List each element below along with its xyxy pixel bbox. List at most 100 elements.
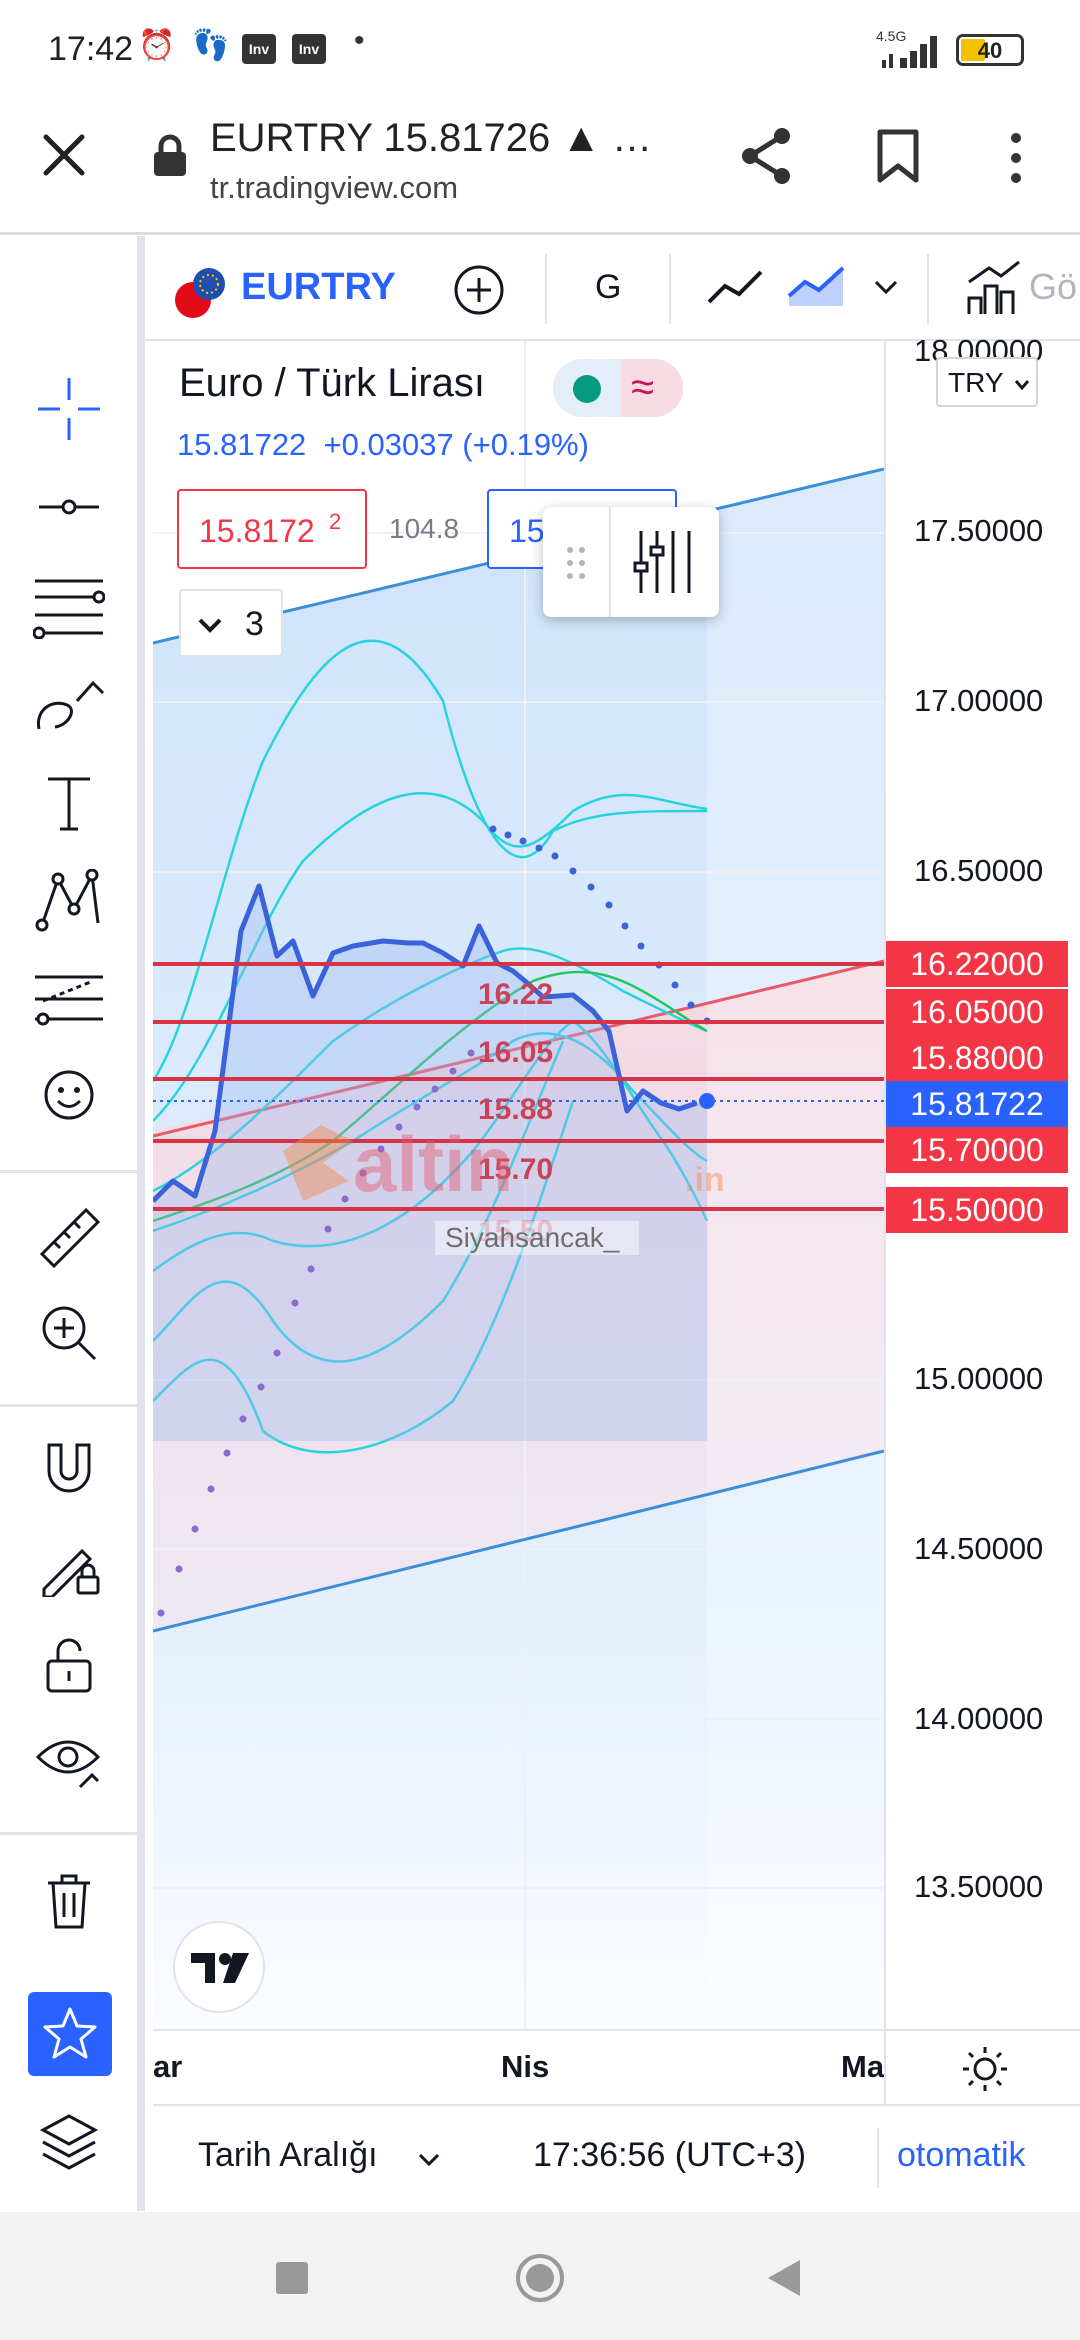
spread-value: 104.8 [389,513,460,544]
time-axis[interactable]: ar Nis Ma [153,2029,1080,2106]
lock-icon [154,134,186,176]
drag-handle-icon[interactable] [565,545,589,581]
level-badge-1570: 15.70000 [886,1127,1068,1173]
recents-icon[interactable] [276,2262,308,2294]
chevron-down-icon[interactable] [417,2152,441,2168]
line-chart-icon[interactable] [705,264,765,310]
trash-icon[interactable] [0,1856,137,1946]
sell-button[interactable]: 15.8172 2 [177,489,367,569]
price-tick: 13.50000 [914,1869,1044,1904]
share-icon[interactable] [738,126,794,186]
steps-icon: 👣 [192,29,230,62]
alarm-icon: ⏰ [138,29,176,62]
price-tick: 17.50000 [914,513,1044,548]
status-time: 17:42 [48,30,134,68]
ruler-tool[interactable] [0,1192,137,1282]
floating-toolbar[interactable] [543,507,719,617]
status-bar: 17:42 ⏰ 👣 Inv Inv • 4.5G 40 [0,0,1080,100]
tv-logo-icon [191,1953,249,1983]
toolbar-cut-label[interactable]: Gö [1029,266,1077,308]
price-tick: 14.00000 [914,1701,1044,1736]
date-range-button[interactable]: Tarih Aralığı [198,2136,378,2175]
investing-app-icon-2: Inv [292,34,326,64]
bookmark-icon[interactable] [876,128,920,184]
indicators-count: 3 [245,605,264,643]
sell-price: 15.8172 [199,513,315,549]
lock-drawings-icon[interactable] [0,1522,137,1612]
text-tool[interactable] [0,758,137,848]
currency-label: TRY [948,367,1004,398]
favorites-star-button[interactable] [28,1992,112,2076]
unlock-icon[interactable] [0,1620,137,1710]
tradingview-logo[interactable] [173,1921,265,2013]
indicators-collapse-button[interactable]: 3 [179,589,283,657]
price-tick: 14.50000 [914,1531,1044,1566]
last-price-badge: 15.81722 [886,1081,1068,1127]
magnet-icon[interactable] [0,1424,137,1514]
watermark-author: Siyahsancak_ [445,1222,620,1253]
level-badge-1588: 15.88000 [886,1035,1068,1081]
symbol-flag-icon [175,268,225,318]
chevron-down-icon [198,618,222,633]
investing-app-icon: Inv [242,34,276,64]
watermark-suffix: .in [685,1161,725,1199]
close-icon[interactable] [42,133,86,177]
chart-toolbar: 9 EURTRY G Gö [45,236,1080,341]
browser-toolbar: EURTRY 15.81726 ▲ … tr.tradingview.com [0,100,1080,235]
battery-icon: 40 [956,34,1024,66]
fib-tool[interactable] [0,562,137,652]
compare-add-icon[interactable] [453,264,505,316]
time-label: ar [153,2049,183,2084]
price-change-line: 15.81722 +0.03037 (+0.19%) [177,427,589,462]
auto-scale-button[interactable]: otomatik [897,2136,1026,2175]
indicators-icon[interactable] [965,258,1023,318]
area-chart-icon[interactable] [785,262,847,312]
page-title: EURTRY 15.81726 ▲ … [210,116,653,160]
chart-canvas[interactable]: 16.22 16.05 15.88 15.70 15.50 altin .in … [153,341,884,2029]
battery-level: 40 [977,38,1003,63]
trend-line-tool[interactable] [0,462,137,552]
symbol-name[interactable]: EURTRY [241,266,396,309]
market-open-icon [573,375,601,403]
level-label-1605: 16.05 [478,1036,553,1069]
watermark-brand: altin [353,1120,513,1208]
brush-tool[interactable] [0,660,137,750]
interval-button[interactable]: G [595,268,621,307]
eye-icon[interactable] [0,1716,137,1806]
home-icon[interactable] [516,2254,564,2302]
prediction-tool[interactable] [0,952,137,1042]
price-tick: 16.50000 [914,853,1044,888]
page-url[interactable]: tr.tradingview.com [210,170,458,206]
back-icon[interactable] [766,2258,802,2298]
level-badge-1622: 16.22000 [886,941,1068,987]
zoom-in-icon[interactable] [0,1288,137,1378]
more-vert-icon[interactable] [1004,130,1028,186]
android-nav-bar [0,2212,1080,2340]
time-label: Ma [841,2049,885,2084]
pattern-tool[interactable] [0,856,137,946]
price-tick: 17.00000 [914,683,1044,718]
chevron-down-icon [1014,380,1030,391]
level-badge-1550: 15.50000 [886,1187,1068,1233]
drawing-toolbar [0,236,145,2211]
clock-label[interactable]: 17:36:56 (UTC+3) [533,2136,806,2175]
layers-icon[interactable] [0,2096,137,2186]
price-tick: 15.00000 [914,1361,1044,1396]
symbol-description[interactable]: Euro / Türk Lirası [179,361,485,406]
bottom-toolbar: Tarih Aralığı 17:36:56 (UTC+3) otomatik [153,2104,1080,2209]
settings-gear-icon[interactable] [961,2045,1009,2093]
level-label-1622: 16.22 [478,978,553,1011]
currency-button[interactable]: TRY [936,357,1038,407]
price-axis[interactable]: 18.00000 17.50000 17.00000 16.50000 15.0… [884,333,1080,2029]
settings-sliders-icon[interactable] [633,527,697,597]
chevron-down-icon[interactable] [873,278,899,296]
buy-price: 15 [509,513,545,549]
signal-icon [882,36,937,68]
status-pills[interactable]: ≈ [553,359,683,417]
delayed-data-icon: ≈ [631,363,655,410]
star-icon [43,2007,97,2059]
dot-icon: • [354,24,365,57]
level-badge-1605: 16.05000 [886,989,1068,1035]
crosshair-tool[interactable] [0,364,137,454]
emoji-tool[interactable] [0,1050,137,1140]
